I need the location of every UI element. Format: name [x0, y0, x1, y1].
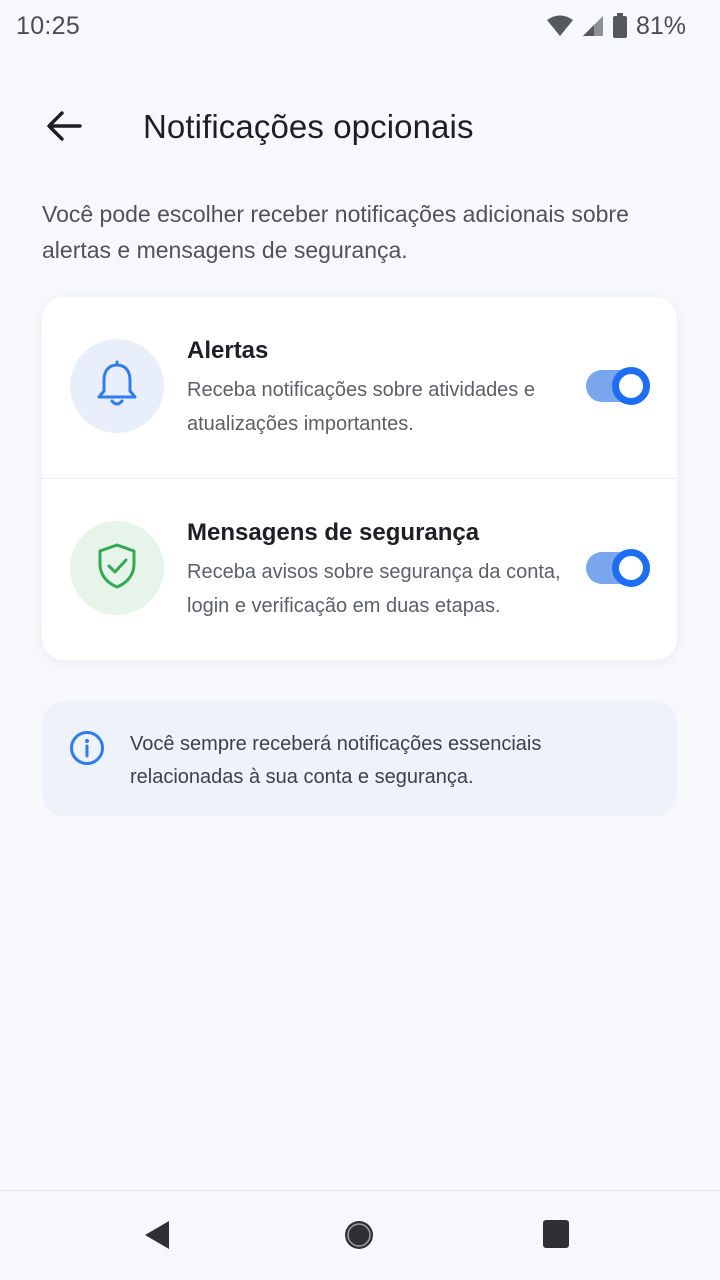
arrow-left-icon: [46, 110, 82, 147]
battery-icon: [612, 13, 628, 39]
info-text: Você sempre receberá notificações essenc…: [130, 733, 542, 788]
home-circle-icon[interactable]: [343, 1219, 375, 1256]
mensagens-seguranca-toggle[interactable]: [586, 549, 650, 587]
info-icon: [69, 730, 105, 771]
battery-percent: 81%: [635, 11, 686, 40]
back-button[interactable]: [40, 104, 88, 152]
setting-description: Receba avisos sobre segurança da conta, …: [187, 561, 561, 617]
setting-row-mensagens-seguranca[interactable]: Mensagens de segurança Receba avisos sob…: [42, 478, 677, 659]
status-bar: 10:25 81%: [0, 0, 720, 52]
app-bar: Notificações opcionais: [0, 90, 720, 166]
system-nav-bar: [0, 1190, 720, 1280]
shield-icon-badge: [70, 521, 164, 615]
status-icons: 81%: [546, 12, 686, 41]
alertas-toggle[interactable]: [586, 367, 650, 405]
cell-signal-icon: [582, 14, 604, 38]
setting-title: Mensagens de segurança: [187, 519, 480, 546]
settings-card: Alertas Receba notificações sobre ativid…: [42, 297, 677, 660]
setting-row-alertas[interactable]: Alertas Receba notificações sobre ativid…: [42, 297, 677, 478]
setting-title: Alertas: [187, 337, 269, 364]
toggle-thumb: [612, 367, 650, 405]
recents-square-icon[interactable]: [542, 1219, 570, 1254]
shield-check-icon: [96, 542, 138, 595]
bell-icon: [95, 360, 139, 413]
back-triangle-icon[interactable]: [143, 1219, 171, 1256]
screen: 10:25 81% Notificações opcionais Você po…: [0, 0, 720, 1280]
info-box: Você sempre receberá notificações essenc…: [42, 701, 677, 816]
page-description: Você pode escolher receber notificações …: [42, 201, 629, 263]
bell-icon-badge: [70, 339, 164, 433]
status-time: 10:25: [16, 11, 81, 40]
wifi-icon: [546, 14, 574, 38]
page-title: Notificações opcionais: [143, 108, 474, 145]
toggle-thumb: [612, 549, 650, 587]
setting-description: Receba notificações sobre atividades e a…: [187, 379, 535, 435]
